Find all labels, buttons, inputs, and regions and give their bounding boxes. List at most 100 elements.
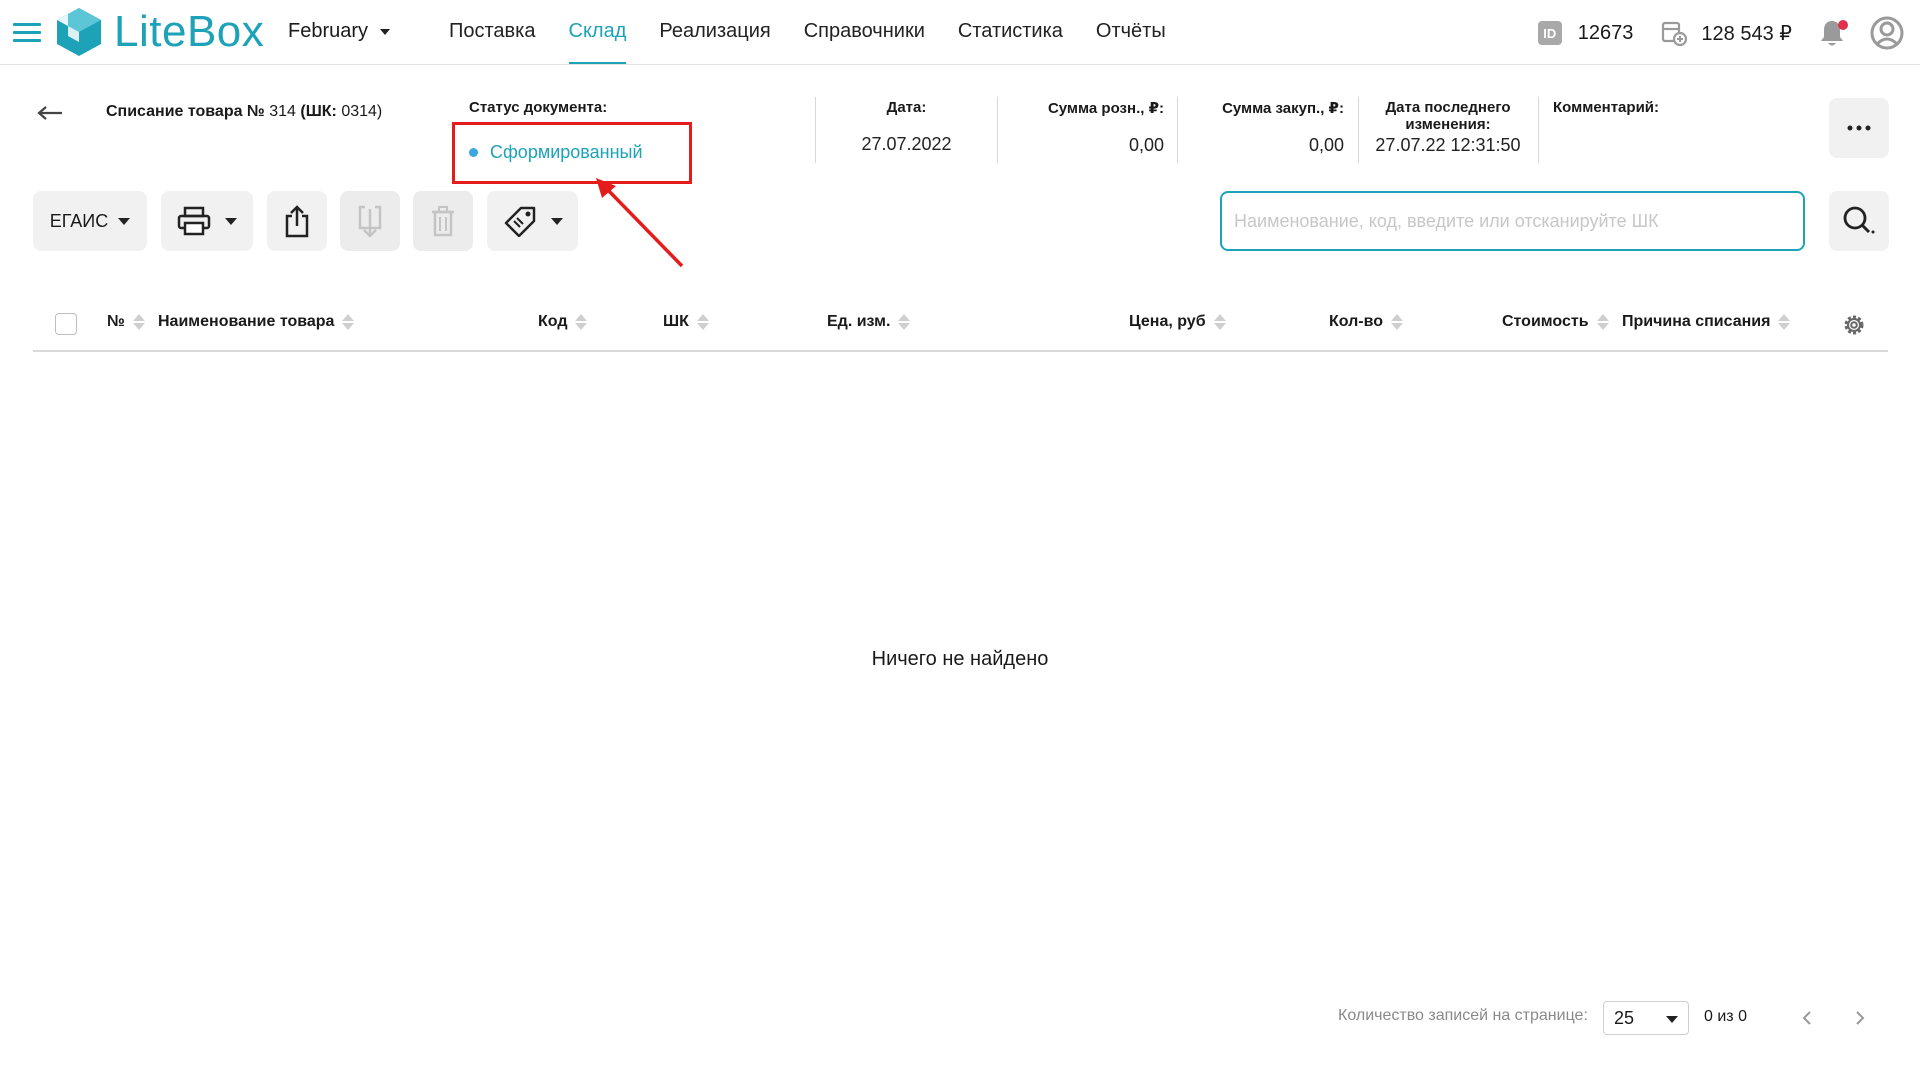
chevron-right-icon[interactable] <box>1848 1006 1872 1030</box>
table-header: № Наименование товара Код ШК Ед. изм. Це… <box>33 298 1888 352</box>
page-count: 0 из 0 <box>1704 1008 1747 1025</box>
logo[interactable]: LiteBox <box>54 6 264 58</box>
print-dropdown-button[interactable] <box>161 191 253 251</box>
import-icon <box>358 205 382 238</box>
sort-icon <box>1596 314 1609 330</box>
chevron-left-icon[interactable] <box>1795 1006 1819 1030</box>
more-button[interactable] <box>1829 98 1889 158</box>
purchase-sum-label: Сумма закуп., ₽: <box>1222 100 1344 117</box>
logo-icon <box>57 8 101 56</box>
retail-sum-label: Сумма розн., ₽: <box>1047 100 1164 117</box>
document-title: Списание товара № 314 (ШК: 0314) <box>106 103 382 121</box>
nav-item-reports[interactable]: Отчёты <box>1096 20 1166 43</box>
search-input[interactable] <box>1220 191 1805 251</box>
logo-text: LiteBox <box>114 7 265 56</box>
account-balance: 128 543 ₽ <box>1701 22 1792 45</box>
col-write-off-reason-label: Причина списания <box>1622 313 1771 330</box>
notification-dot <box>1838 20 1848 30</box>
import-button[interactable] <box>340 191 400 251</box>
comment-label: Комментарий: <box>1553 99 1660 116</box>
col-product-name[interactable]: Наименование товара <box>158 313 355 331</box>
nav-item-supply[interactable]: Поставка <box>449 20 536 43</box>
modified-date-field: Дата последнего изменения: 27.07.22 12:3… <box>1368 99 1528 156</box>
sort-icon <box>132 314 145 330</box>
nav-item-sales[interactable]: Реализация <box>659 20 770 43</box>
modified-date-label-line1: Дата последнего <box>1385 99 1511 116</box>
highlight-box <box>452 122 692 184</box>
balance-icon[interactable] <box>1661 20 1688 46</box>
chevron-down-icon <box>550 217 563 225</box>
chevron-down-icon <box>1666 1016 1678 1023</box>
per-page-value: 25 <box>1614 1007 1635 1028</box>
bell-icon[interactable] <box>1818 18 1848 48</box>
empty-state-text: Ничего не найдено <box>871 648 1049 670</box>
id-icon: ID <box>1537 21 1562 45</box>
divider <box>815 97 816 163</box>
col-price[interactable]: Цена, руб <box>1129 313 1226 331</box>
store-selector[interactable]: February <box>288 20 391 43</box>
sort-icon <box>696 314 709 330</box>
sort-icon <box>1391 314 1404 330</box>
retail-sum-field: Сумма розн., ₽: 0,00 <box>1020 99 1164 156</box>
date-field: Дата: 27.07.2022 <box>844 99 969 155</box>
annotation-arrow <box>596 178 684 268</box>
delete-button[interactable] <box>413 191 473 251</box>
store-name: February <box>288 20 369 42</box>
divider <box>1358 97 1359 163</box>
document-title-prefix: Списание товара № <box>106 103 265 120</box>
col-unit-label: Ед. изм. <box>827 313 891 330</box>
nav-item-warehouse[interactable]: Склад <box>568 20 626 64</box>
col-product-name-label: Наименование товара <box>158 313 335 330</box>
trash-icon <box>432 206 454 237</box>
nav-item-directories[interactable]: Справочники <box>804 20 925 43</box>
gear-icon[interactable] <box>1841 312 1867 338</box>
col-code[interactable]: Код <box>538 313 588 331</box>
col-cost-label: Стоимость <box>1502 313 1589 330</box>
egais-label: ЕГАИС <box>49 210 109 231</box>
sort-icon <box>1778 314 1791 330</box>
top-bar: LiteBox February Поставка Склад Реализац… <box>0 0 1920 65</box>
status-field: Статус документа: <box>469 99 607 116</box>
sort-icon <box>342 314 355 330</box>
avatar-icon[interactable] <box>1870 16 1904 50</box>
printer-icon <box>177 206 211 236</box>
purchase-sum-field: Сумма закуп., ₽: 0,00 <box>1196 99 1344 156</box>
sort-icon <box>898 314 911 330</box>
document-code: 0314) <box>341 103 383 120</box>
retail-sum-value: 0,00 <box>1128 135 1164 155</box>
per-page-select[interactable]: 25 <box>1603 1001 1689 1035</box>
account-info: ID 12673 128 543 ₽ <box>1537 16 1920 50</box>
select-all-checkbox[interactable] <box>55 313 77 335</box>
more-icon <box>1847 125 1871 131</box>
document-code-label: (ШК: <box>300 103 342 120</box>
col-quantity[interactable]: Кол-во <box>1329 313 1404 331</box>
back-arrow-icon[interactable] <box>36 103 64 123</box>
egais-dropdown-button[interactable]: ЕГАИС <box>33 191 147 251</box>
date-value: 27.07.2022 <box>861 134 952 154</box>
col-unit[interactable]: Ед. изм. <box>827 313 911 331</box>
col-barcode[interactable]: ШК <box>663 313 709 331</box>
modified-date-label-line2: изменения: <box>1405 116 1491 133</box>
divider <box>1538 97 1539 163</box>
chevron-down-icon <box>225 217 237 225</box>
col-number[interactable]: № <box>107 313 145 331</box>
export-button[interactable] <box>267 191 327 251</box>
chevron-down-icon <box>380 28 391 35</box>
account-id: 12673 <box>1577 21 1634 44</box>
col-price-label: Цена, руб <box>1129 313 1206 330</box>
document-number: 314 <box>264 103 301 120</box>
main-nav: Поставка Склад Реализация Справочники Ст… <box>449 20 1199 64</box>
col-code-label: Код <box>538 313 568 330</box>
search-button[interactable] <box>1829 191 1889 251</box>
divider <box>1177 97 1178 163</box>
price-tag-dropdown-button[interactable] <box>487 191 578 251</box>
nav-item-statistics[interactable]: Статистика <box>958 20 1063 43</box>
col-quantity-label: Кол-во <box>1329 313 1384 330</box>
col-write-off-reason[interactable]: Причина списания <box>1622 313 1791 331</box>
col-cost[interactable]: Стоимость <box>1502 313 1609 331</box>
price-tag-icon <box>504 206 535 237</box>
status-label: Статус документа: <box>469 99 608 116</box>
comment-field: Комментарий: <box>1553 99 1659 116</box>
hamburger-icon[interactable] <box>13 23 41 43</box>
date-label: Дата: <box>886 99 927 116</box>
